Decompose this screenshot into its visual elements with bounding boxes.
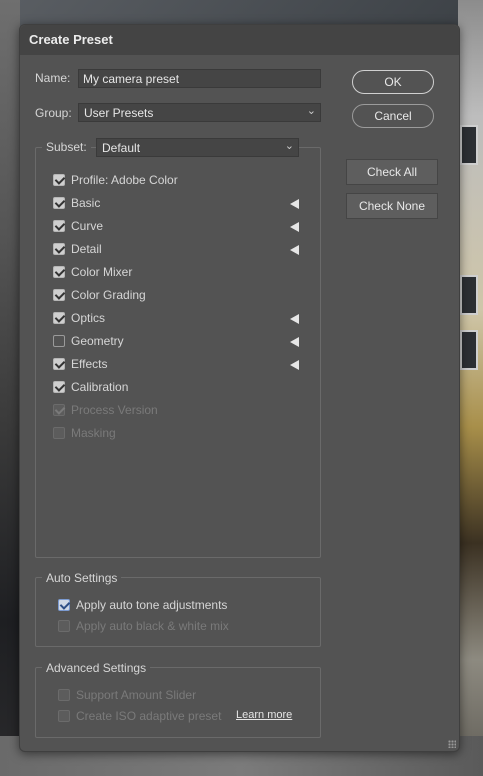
setting-checkbox[interactable] (53, 358, 65, 370)
setting-label: Calibration (71, 380, 129, 394)
setting-label: Effects (71, 357, 108, 371)
setting-label: Color Grading (71, 288, 146, 302)
setting-label: Detail (71, 242, 102, 256)
expand-triangle-icon[interactable] (290, 360, 299, 370)
chevron-down-icon: ⌄ (306, 105, 316, 117)
setting-label: Profile: Adobe Color (71, 173, 178, 187)
expand-triangle-icon[interactable] (290, 199, 299, 209)
setting-checkbox[interactable] (53, 289, 65, 301)
background-photo-left (0, 0, 20, 776)
setting-label: Masking (71, 426, 116, 440)
group-select-value: User Presets (84, 106, 154, 120)
setting-checkbox[interactable] (53, 197, 65, 209)
resize-grip-icon[interactable] (448, 740, 456, 748)
setting-checkbox (53, 427, 65, 439)
setting-checkbox[interactable] (53, 335, 65, 347)
check-all-button[interactable]: Check All (346, 159, 438, 185)
subset-label: Subset: (42, 140, 91, 154)
advanced-settings-group (35, 667, 321, 738)
setting-checkbox[interactable] (53, 266, 65, 278)
create-preset-dialog: Create Preset Name: My camera preset Gro… (19, 24, 460, 752)
name-label: Name: (35, 71, 71, 85)
expand-triangle-icon[interactable] (290, 337, 299, 347)
amount-slider-label: Support Amount Slider (76, 688, 197, 702)
chevron-down-icon: ⌄ (284, 140, 294, 152)
background-window (460, 330, 478, 370)
setting-checkbox[interactable] (53, 312, 65, 324)
iso-adaptive-checkbox (58, 710, 70, 722)
setting-checkbox[interactable] (53, 220, 65, 232)
dialog-title: Create Preset (20, 25, 459, 55)
background-window (460, 275, 478, 315)
setting-checkbox (53, 404, 65, 416)
setting-label: Process Version (71, 403, 158, 417)
auto-settings-group (35, 577, 321, 647)
cancel-button[interactable]: Cancel (352, 104, 434, 128)
expand-triangle-icon[interactable] (290, 222, 299, 232)
learn-more-link[interactable]: Learn more (236, 709, 292, 721)
background-window (460, 125, 478, 165)
expand-triangle-icon[interactable] (290, 314, 299, 324)
advanced-settings-title: Advanced Settings (42, 661, 151, 675)
auto-settings-title: Auto Settings (42, 571, 122, 585)
setting-label: Basic (71, 196, 101, 210)
group-select[interactable]: User Presets ⌄ (78, 103, 321, 122)
background-photo-right (458, 0, 483, 776)
subset-select-value: Default (102, 141, 141, 155)
group-label: Group: (35, 106, 72, 120)
auto-bw-checkbox (58, 620, 70, 632)
iso-adaptive-label: Create ISO adaptive preset (76, 709, 222, 723)
auto-tone-checkbox[interactable] (58, 599, 70, 611)
auto-bw-label: Apply auto black & white mix (76, 619, 229, 633)
setting-checkbox[interactable] (53, 174, 65, 186)
expand-triangle-icon[interactable] (290, 245, 299, 255)
auto-tone-label: Apply auto tone adjustments (76, 598, 228, 612)
amount-slider-checkbox (58, 689, 70, 701)
check-none-button[interactable]: Check None (346, 193, 438, 219)
setting-checkbox[interactable] (53, 381, 65, 393)
subset-select[interactable]: Default ⌄ (96, 138, 299, 157)
ok-button[interactable]: OK (352, 70, 434, 94)
setting-label: Optics (71, 311, 106, 325)
setting-label: Color Mixer (71, 265, 133, 279)
setting-checkbox[interactable] (53, 243, 65, 255)
preset-name-field[interactable]: My camera preset (78, 69, 321, 88)
setting-label: Curve (71, 219, 104, 233)
setting-label: Geometry (71, 334, 124, 348)
